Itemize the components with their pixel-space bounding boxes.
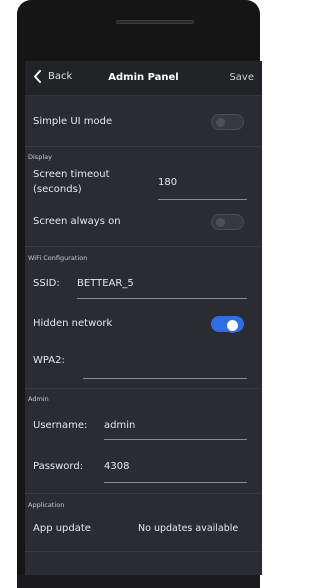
wpa2-underline <box>83 378 247 379</box>
toggle-knob <box>216 118 225 127</box>
username-underline <box>104 439 247 440</box>
password-input[interactable]: 4308 <box>104 461 129 472</box>
divider <box>25 246 262 247</box>
app-update-label: App update <box>33 523 91 534</box>
screen-timeout-label-line2: (seconds) <box>33 184 82 195</box>
app-update-status: No updates available <box>138 523 239 534</box>
username-label: Username: <box>33 420 88 431</box>
simple-ui-label: Simple UI mode <box>33 116 113 127</box>
password-label: Password: <box>33 461 84 472</box>
ssid-input[interactable]: BETTEAR_5 <box>77 278 134 289</box>
section-admin: Admin <box>28 395 49 403</box>
screen-timeout-underline <box>158 199 247 200</box>
screen-always-on-toggle[interactable] <box>211 214 244 230</box>
divider <box>25 146 262 147</box>
ssid-underline <box>77 298 247 299</box>
section-display: Display <box>28 153 52 161</box>
divider <box>25 388 262 389</box>
password-underline <box>104 482 247 483</box>
toggle-knob <box>216 218 225 227</box>
divider <box>25 551 262 552</box>
ssid-label: SSID: <box>33 278 60 289</box>
wpa2-label: WPA2: <box>33 355 65 366</box>
app-screen: Back Admin Panel Save Simple UI mode Dis… <box>25 61 262 575</box>
simple-ui-toggle[interactable] <box>211 114 244 130</box>
speaker-grille <box>116 20 194 24</box>
device-bottom-edge <box>17 575 260 588</box>
section-wifi: WiFi Configuration <box>28 254 88 262</box>
username-input[interactable]: admin <box>104 420 135 431</box>
page-title: Admin Panel <box>108 72 179 83</box>
hidden-network-toggle[interactable] <box>211 316 244 333</box>
screen-timeout-label-line1: Screen timeout <box>33 169 110 180</box>
divider <box>25 493 262 494</box>
section-application: Application <box>28 501 65 509</box>
save-button[interactable]: Save <box>229 72 254 83</box>
toggle-knob <box>225 318 240 333</box>
header-bar: Back Admin Panel Save <box>25 61 262 96</box>
hidden-network-label: Hidden network <box>33 318 113 329</box>
screen-always-on-label: Screen always on <box>33 216 121 227</box>
screen-timeout-input[interactable]: 180 <box>158 177 177 188</box>
